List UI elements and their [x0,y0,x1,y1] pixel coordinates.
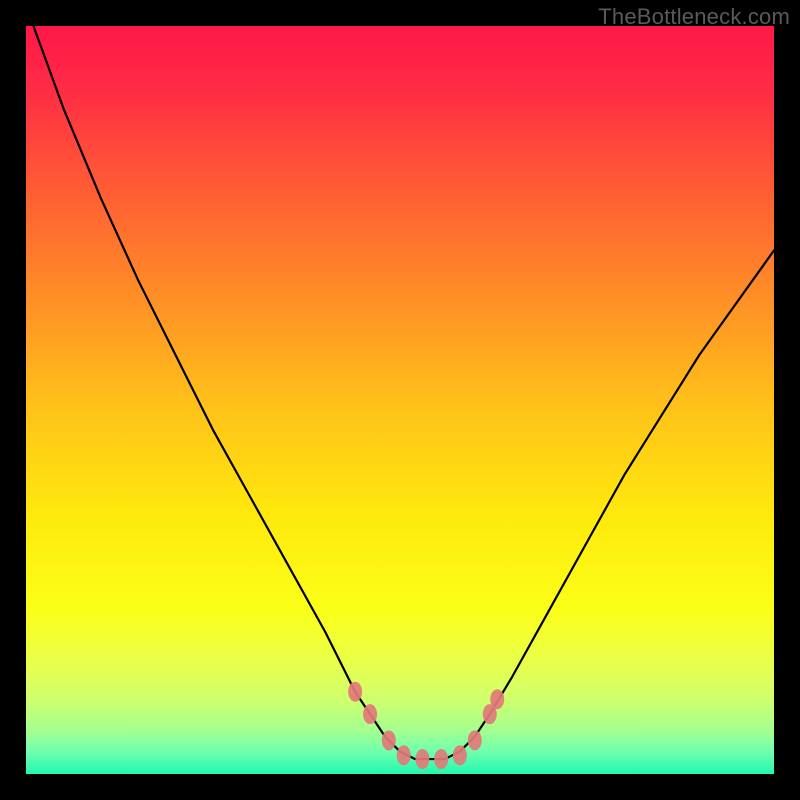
curve-marker [415,749,429,769]
plot-area [26,26,774,774]
curve-marker [434,749,448,769]
curve-marker [348,682,362,702]
curve-marker [468,730,482,750]
curve-marker [363,704,377,724]
bottleneck-chart [26,26,774,774]
curve-marker [397,745,411,765]
outer-frame: TheBottleneck.com [0,0,800,800]
gradient-background [26,26,774,774]
curve-marker [490,689,504,709]
curve-marker [382,730,396,750]
curve-marker [453,745,467,765]
